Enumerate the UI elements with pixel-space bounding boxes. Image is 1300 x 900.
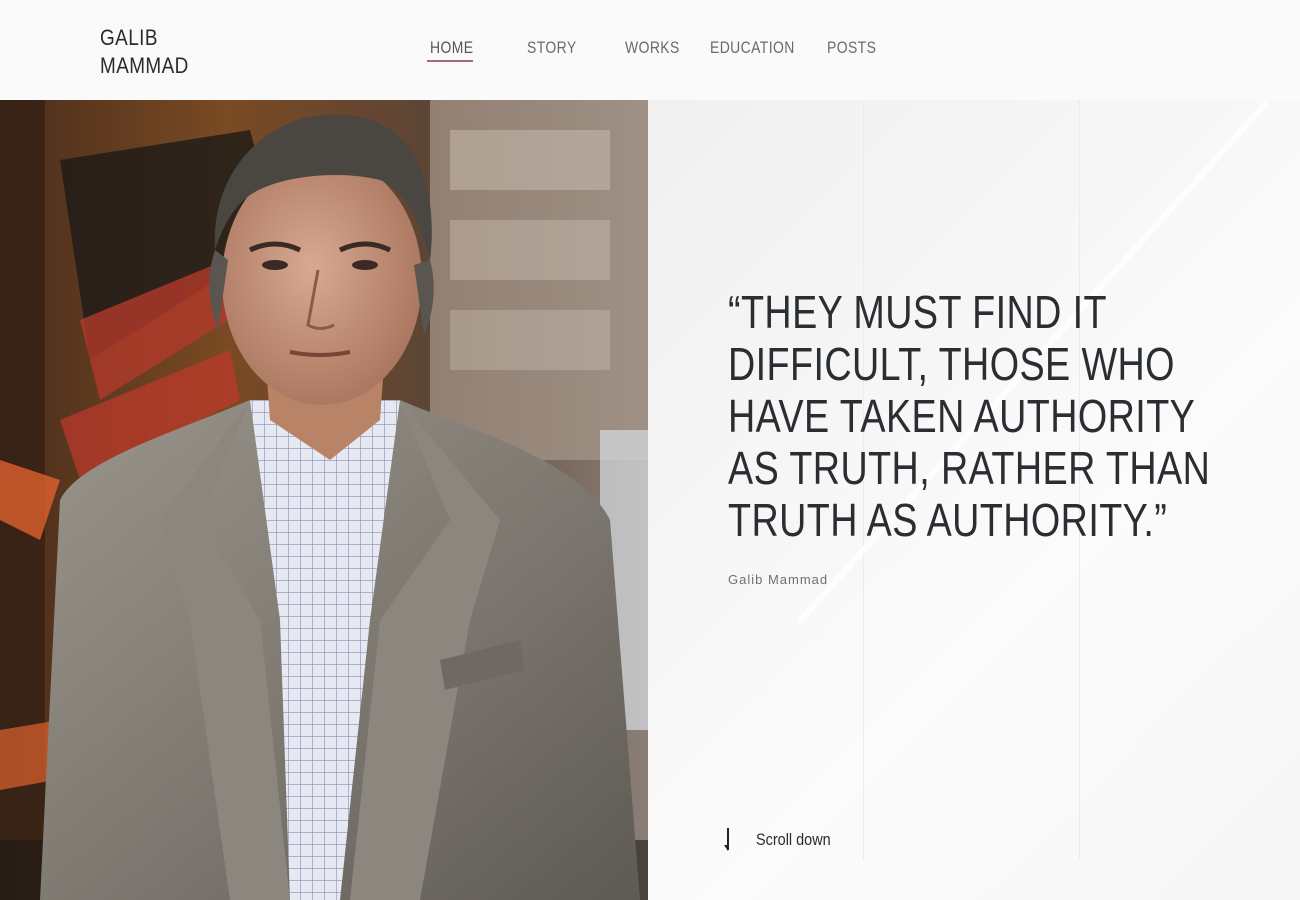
site-logo[interactable]: GALIB MAMMAD [100, 24, 189, 80]
hero-quote: “They must find it difficult, those who … [728, 286, 1248, 546]
scroll-down-label: Scroll down [756, 830, 831, 849]
nav-item-works[interactable]: WORKS [625, 38, 680, 58]
logo-line-1: GALIB [100, 25, 158, 50]
portrait-photo [0, 100, 648, 900]
site-header: GALIB MAMMAD HOME STORY WORKS EDUCATION … [0, 0, 1300, 100]
quote-panel: “They must find it difficult, those who … [648, 100, 1300, 900]
arrow-down-icon [724, 828, 729, 851]
nav-item-education[interactable]: EDUCATION [710, 38, 795, 58]
nav-item-posts[interactable]: POSTS [827, 38, 876, 58]
nav-item-story[interactable]: STORY [527, 38, 577, 58]
hero-quote-text: “They must find it difficult, those who … [728, 286, 1211, 546]
quote-author: Galib Mammad [728, 572, 829, 587]
nav-item-home[interactable]: HOME [430, 38, 473, 58]
portrait-illustration [0, 100, 648, 900]
nav-active-underline [427, 60, 473, 62]
scroll-down-button[interactable]: Scroll down [724, 828, 844, 852]
logo-line-2: MAMMAD [100, 53, 189, 78]
